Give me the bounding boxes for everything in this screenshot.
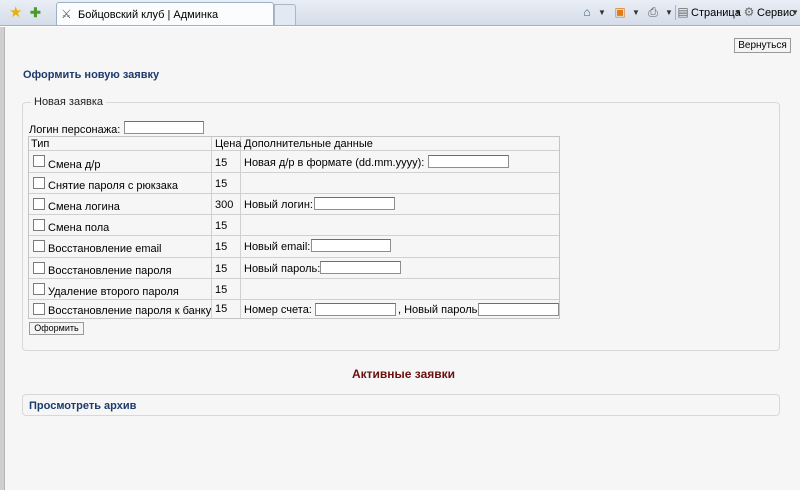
table-row: Смена пола 15	[29, 215, 559, 236]
price-cell: 15	[215, 303, 228, 315]
table-row: Смена логина 300 Новый логин:	[29, 194, 559, 215]
header-extra: Дополнительные данные	[244, 138, 373, 150]
tools-dropdown-arrow[interactable]: ▼	[791, 6, 799, 20]
table-row: Удаление второго пароля 15	[29, 279, 559, 300]
browser-toolbar: ★ ✚ ⚔ Бойцовский клуб | Админка ⌂ ▼ ▣ ▼ …	[0, 0, 800, 26]
type-label: Восстановление пароля	[48, 265, 172, 277]
table-row: Восстановление email 15 Новый email:	[29, 236, 559, 258]
page-dropdown-arrow[interactable]: ▼	[734, 6, 742, 20]
table-row: Снятие пароля с рюкзака 15	[29, 173, 559, 194]
type-label: Смена логина	[48, 201, 120, 213]
active-requests-title: Активные заявки	[352, 367, 456, 381]
bank-account-input[interactable]	[315, 303, 396, 316]
add-favorites-icon[interactable]: ✚	[30, 5, 48, 21]
checkbox-bank-password-recovery[interactable]	[33, 303, 45, 315]
gear-icon: ⚙	[743, 5, 755, 19]
new-login-input[interactable]	[314, 197, 395, 210]
rss-feed-icon[interactable]: ▣	[613, 5, 627, 19]
price-cell: 300	[215, 199, 234, 211]
extra-label-2: , Новый пароль:	[398, 304, 481, 316]
checkbox-login-change[interactable]	[33, 198, 45, 210]
extra-label: Новый логин:	[244, 199, 313, 211]
left-edge-bar	[0, 27, 5, 490]
page-icon: ▤	[677, 5, 689, 19]
type-label: Смена д/р	[48, 159, 101, 171]
checkbox-backpack-password-removal[interactable]	[33, 177, 45, 189]
header-type: Тип	[31, 138, 50, 150]
bank-new-password-input[interactable]	[478, 303, 559, 316]
price-cell: 15	[215, 178, 228, 190]
checkbox-password-recovery[interactable]	[33, 262, 45, 274]
browser-tab[interactable]: ⚔ Бойцовский клуб | Админка	[56, 2, 274, 25]
print-dropdown-arrow[interactable]: ▼	[665, 6, 673, 20]
extra-label: Новый пароль:	[244, 263, 321, 275]
price-cell: 15	[215, 263, 228, 275]
new-email-input[interactable]	[311, 239, 391, 252]
new-birthdate-input[interactable]	[428, 155, 509, 168]
header-price: Цена	[215, 138, 242, 150]
fieldset-legend: Новая заявка	[31, 96, 107, 108]
feed-dropdown-arrow[interactable]: ▼	[632, 6, 640, 20]
new-request-link[interactable]: Оформить новую заявку	[23, 69, 159, 81]
submit-request-button[interactable]: Оформить	[29, 322, 84, 335]
price-cell: 15	[215, 220, 228, 232]
checkbox-second-password-removal[interactable]	[33, 283, 45, 295]
table-header-row: Тип Цена Дополнительные данные	[29, 137, 559, 151]
price-cell: 15	[215, 284, 228, 296]
login-input[interactable]	[124, 121, 204, 134]
type-label: Снятие пароля с рюкзака	[48, 180, 179, 192]
extra-label: Номер счета:	[244, 304, 312, 316]
type-label: Смена пола	[48, 222, 110, 234]
login-label: Логин персонажа:	[29, 124, 121, 136]
type-label: Удаление второго пароля	[48, 286, 179, 298]
tools-menu[interactable]: Сервис	[757, 6, 795, 20]
checkbox-birthdate-change[interactable]	[33, 155, 45, 167]
favorites-star-icon[interactable]: ★	[9, 5, 25, 21]
back-button[interactable]: Вернуться	[734, 38, 791, 53]
crossed-swords-icon: ⚔	[61, 7, 72, 21]
print-icon[interactable]: ⎙	[646, 5, 660, 19]
extra-label: Новый email:	[244, 241, 311, 253]
price-cell: 15	[215, 241, 228, 253]
extra-label: Новая д/р в формате (dd.mm.yyyy):	[244, 157, 425, 169]
home-dropdown-arrow[interactable]: ▼	[598, 6, 606, 20]
tab-title: Бойцовский клуб | Админка	[78, 9, 219, 21]
table-row: Восстановление пароля 15 Новый пароль:	[29, 258, 559, 279]
type-label: Восстановление пароля к банку	[48, 305, 212, 317]
view-archive-link[interactable]: Просмотреть архив	[29, 400, 136, 412]
new-tab-button[interactable]	[274, 4, 296, 25]
type-label: Восстановление email	[48, 243, 162, 255]
new-password-input[interactable]	[320, 261, 401, 274]
price-cell: 15	[215, 157, 228, 169]
checkbox-gender-change[interactable]	[33, 219, 45, 231]
home-icon[interactable]: ⌂	[580, 5, 594, 19]
checkbox-email-recovery[interactable]	[33, 240, 45, 252]
